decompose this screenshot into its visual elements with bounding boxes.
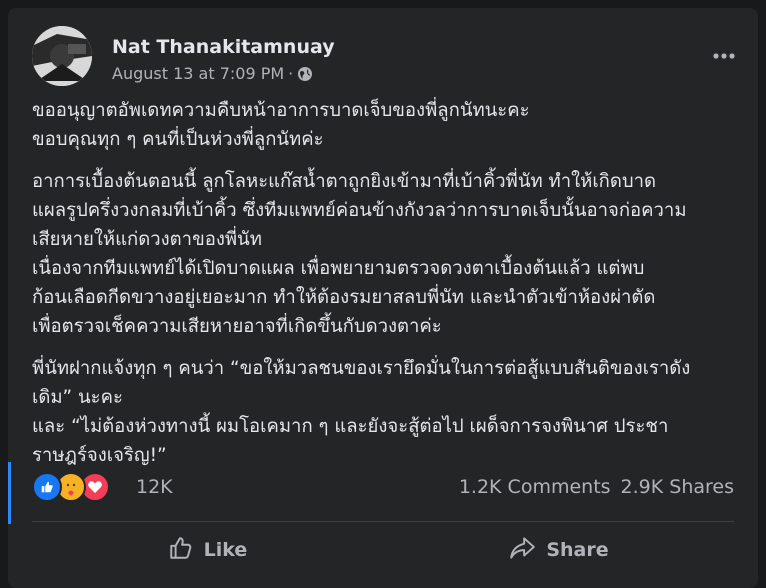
- post-line: อาการเบื้องต้นตอนนี้ ลูกโลหะแก๊สน้ำตาถูก…: [32, 171, 657, 192]
- post-line: เสียหายให้แก่ดวงตาของพี่นัท: [32, 229, 262, 250]
- engagement-stats: 1.2K Comments 2.9K Shares: [459, 476, 734, 498]
- post-actions: Like Share: [32, 528, 734, 572]
- reactions-bar: 12K 1.2K Comments 2.9K Shares: [32, 470, 734, 506]
- actions-divider: [32, 521, 734, 522]
- post-card: Nat Thanakitamnuay August 13 at 7:09 PM …: [8, 8, 758, 588]
- post-line: และ “ไม่ต้องห่วงทางนี้ ผมโอเคมาก ๆ และยั…: [32, 416, 669, 437]
- like-reaction-icon: [32, 472, 62, 502]
- post-line: ขออนุญาตอัพเดทความคืบหน้าอาการบาดเจ็บของ…: [32, 100, 530, 121]
- post-line: ขอบคุณทุก ๆ คนที่เป็นห่วงพี่ลูกนัทค่ะ: [32, 129, 324, 150]
- shares-count[interactable]: 2.9K Shares: [621, 476, 734, 498]
- reaction-icons[interactable]: [32, 472, 122, 502]
- like-label: Like: [203, 539, 248, 561]
- post-paragraph: ขออนุญาตอัพเดทความคืบหน้าอาการบาดเจ็บของ…: [32, 96, 750, 154]
- post-line: ก้อนเลือดกีดขวางอยู่เยอะมาก ทำให้ต้องรมย…: [32, 287, 656, 308]
- post-line: พี่นัทฝากแจ้งทุก ๆ คนว่า “ขอให้มวลชนของเ…: [32, 358, 691, 379]
- author-avatar[interactable]: [32, 26, 92, 86]
- thumbs-up-icon: [168, 535, 194, 566]
- author-name[interactable]: Nat Thanakitamnuay: [112, 36, 335, 58]
- post-line: เนื่องจากทีมแพทย์ได้เปิดบาดแผล เพื่อพยาย…: [32, 258, 645, 279]
- post-paragraph: พี่นัทฝากแจ้งทุก ๆ คนว่า “ขอให้มวลชนของเ…: [32, 354, 750, 470]
- post-meta: August 13 at 7:09 PM ·: [112, 64, 313, 83]
- comments-count[interactable]: 1.2K Comments: [459, 476, 611, 498]
- globe-icon: [297, 66, 313, 82]
- focus-accent-bar: [8, 462, 11, 524]
- like-button[interactable]: Like: [32, 528, 383, 572]
- post-line: เพื่อตรวจเช็คความเสียหายอาจที่เกิดขึ้นกั…: [32, 316, 442, 337]
- post-line: ราษฎร์จงเจริญ!”: [32, 445, 167, 466]
- share-button[interactable]: Share: [383, 528, 734, 572]
- more-options-icon[interactable]: [706, 38, 742, 74]
- share-arrow-icon: [508, 535, 536, 566]
- post-body: ขออนุญาตอัพเดทความคืบหน้าอาการบาดเจ็บของ…: [32, 96, 750, 483]
- post-timestamp[interactable]: August 13 at 7:09 PM: [112, 64, 284, 83]
- post-line: เดิม” นะคะ: [32, 387, 123, 408]
- post-line: แผลรูปครึ่งวงกลมที่เบ้าคิ้ว ซึ่งทีมแพทย์…: [32, 200, 687, 221]
- meta-separator: ·: [288, 64, 294, 83]
- post-header: Nat Thanakitamnuay August 13 at 7:09 PM …: [32, 26, 742, 86]
- share-label: Share: [546, 539, 609, 561]
- reaction-count[interactable]: 12K: [136, 476, 173, 498]
- post-paragraph: อาการเบื้องต้นตอนนี้ ลูกโลหะแก๊สน้ำตาถูก…: [32, 167, 750, 341]
